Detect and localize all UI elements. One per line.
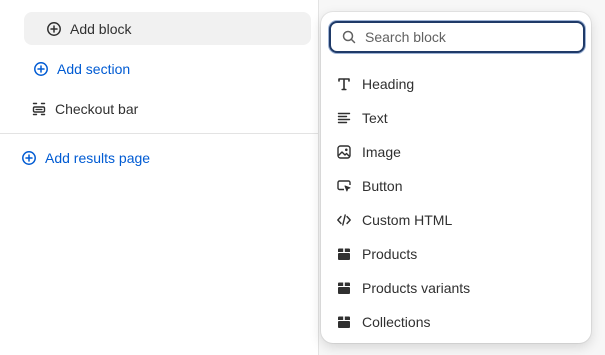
search-input[interactable] <box>363 28 583 46</box>
block-picker-popover: Heading Text Image Button Custom HTML <box>321 12 591 343</box>
block-item-label: Products variants <box>362 280 471 296</box>
add-block-button[interactable]: Add block <box>24 12 311 45</box>
add-block-label: Add block <box>70 20 132 37</box>
block-item-label: Collections <box>362 314 431 330</box>
block-item-label: Heading <box>362 76 415 92</box>
block-item-button[interactable]: Button <box>321 169 591 203</box>
add-results-page-button[interactable]: Add results page <box>21 147 150 169</box>
block-item-heading[interactable]: Heading <box>321 67 591 101</box>
plus-circle-icon <box>21 150 37 166</box>
button-icon <box>336 178 352 194</box>
code-icon <box>336 212 352 228</box>
product-icon <box>336 280 352 296</box>
block-item-label: Products <box>362 246 418 262</box>
block-item-label: Button <box>362 178 403 194</box>
block-item-label: Text <box>362 110 388 126</box>
add-results-page-label: Add results page <box>45 150 151 166</box>
checkout-bar-item[interactable]: Checkout bar <box>31 98 138 120</box>
block-item-custom-html[interactable]: Custom HTML <box>321 203 591 237</box>
plus-circle-icon <box>46 21 62 37</box>
block-item-text[interactable]: Text <box>321 101 591 135</box>
product-icon <box>336 314 352 330</box>
block-item-collections[interactable]: Collections <box>321 305 591 339</box>
add-section-button[interactable]: Add section <box>33 58 130 80</box>
search-icon <box>341 29 357 45</box>
text-icon <box>336 110 352 126</box>
image-icon <box>336 144 352 160</box>
block-list: Heading Text Image Button Custom HTML Pr… <box>321 67 591 339</box>
add-section-label: Add section <box>57 61 131 77</box>
block-item-image[interactable]: Image <box>321 135 591 169</box>
block-item-products[interactable]: Products <box>321 237 591 271</box>
search-field[interactable] <box>329 21 585 53</box>
block-item-products-variants[interactable]: Products variants <box>321 271 591 305</box>
left-panel: Add block Add section Checkout bar Add r… <box>0 0 318 355</box>
checkout-bar-icon <box>31 101 47 117</box>
block-item-label: Image <box>362 144 401 160</box>
product-icon <box>336 246 352 262</box>
plus-circle-icon <box>33 61 49 77</box>
block-item-label: Custom HTML <box>362 212 453 228</box>
checkout-bar-label: Checkout bar <box>55 101 139 117</box>
section-divider <box>0 133 318 134</box>
heading-icon <box>336 76 352 92</box>
